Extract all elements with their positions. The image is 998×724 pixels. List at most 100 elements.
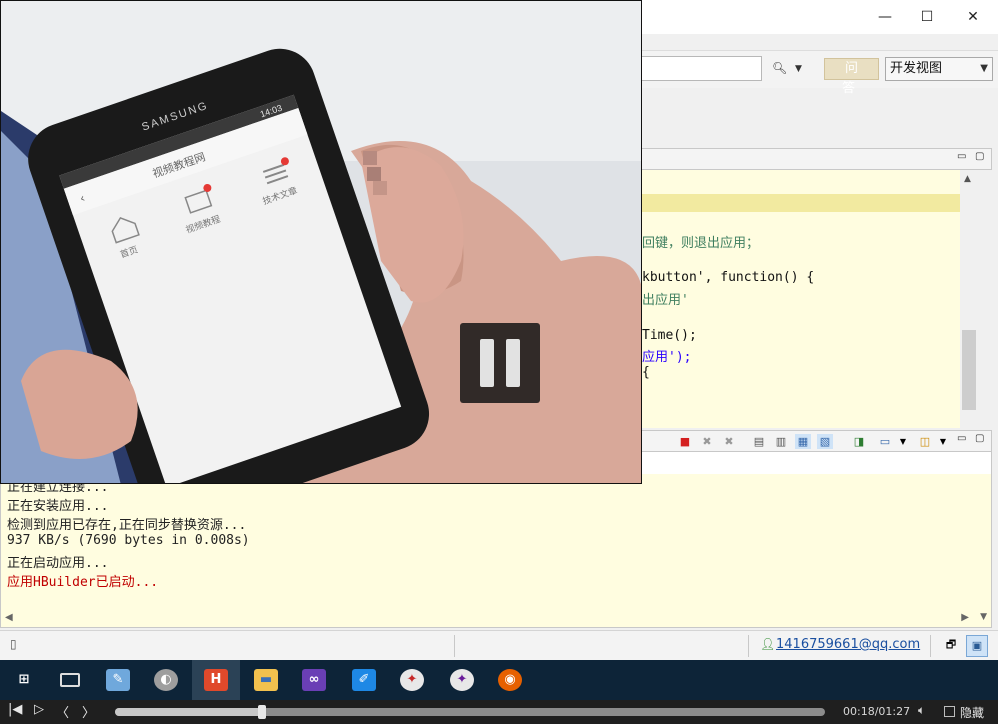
firefox-icon: ◉ [498,669,522,691]
console-header [640,452,992,474]
console-toolbar: ■ ✖ ✖ ▤ ▥ ▦ ▧ ◨ ▭ ▼ ◫ ▼ ▭ ▢ [640,430,992,452]
console-line: 正在启动应用... [7,556,109,571]
chevron-down-icon: ▼ [980,63,988,74]
task-view-button[interactable] [46,660,94,700]
chevron-down-icon[interactable]: ▼ [935,434,951,449]
search-icon[interactable]: 🔍︎ [772,61,787,75]
chevron-down-icon[interactable]: ▼ [895,434,911,449]
blur-block [367,167,381,181]
user-email-link[interactable]: 1416759661@qq.com [776,637,920,652]
folder-icon: ▬ [254,669,278,691]
taskbar-notes[interactable]: ✐ [340,660,388,700]
console-line: 检测到应用已存在,正在同步替换资源... [7,518,247,533]
taskbar-hbuilder[interactable]: H [192,660,240,700]
scroll-up-icon[interactable]: ▲ [964,174,971,184]
volume-icon[interactable]: 🔈︎ [918,703,925,718]
monitor-icon[interactable]: ▣ [966,635,988,657]
user-icon: 👤︎ [760,637,776,651]
paint-icon: ✎ [106,669,130,691]
open-console-icon[interactable]: ◨ [851,434,867,449]
taskbar-paint[interactable]: ✎ [94,660,142,700]
video-progress-bar[interactable] [115,705,825,719]
pin-console-icon[interactable]: ▦ [795,434,811,449]
close-button[interactable]: ✕ [958,6,988,28]
console-line-error: 应用HBuilder已启动... [7,575,159,590]
hide-checkbox[interactable] [944,706,955,717]
scroll-thumb[interactable] [962,330,976,410]
console-output[interactable]: 正在建立连接... 正在安装应用... 检测到应用已存在,正在同步替换资源...… [0,474,992,612]
display-console-icon[interactable]: ▭ [877,434,893,449]
code-line: { [642,365,650,380]
pause-button[interactable] [460,323,540,403]
clear-console-icon[interactable]: ▤ [751,434,767,449]
hide-label: 隐藏 [960,706,985,720]
skip-back-icon[interactable]: |◀ [8,702,22,717]
next-icon[interactable]: 〉 [82,702,95,721]
maximize-button[interactable]: ☐ [912,6,942,28]
code-line: Time(); [642,328,697,343]
windows-taskbar: ⊞ ✎ ◐ H ▬ ∞ ✐ ✦ ✦ ◉ [0,660,998,700]
code-editor[interactable]: 回键，则退出应用； kbutton', function() { 出应用' Ti… [640,170,960,428]
scroll-down-icon[interactable]: ▼ [980,612,987,622]
status-divider [748,635,749,657]
pause-icon [480,339,494,387]
media-icon: ◐ [154,669,178,691]
maximize-pane-icon[interactable]: ▢ [975,433,984,444]
taskbar-file-explorer[interactable]: ▬ [242,660,290,700]
hbuilder-icon: H [204,669,228,691]
app-window: — ☐ ✕ 🔍︎ ▼ 问 答 开发视图 ▼ ▭ ▢ 回键，则退出应用； kbut… [0,0,998,724]
blur-block [363,151,377,165]
scroll-lock-icon[interactable]: ▥ [773,434,789,449]
status-divider [930,635,931,657]
new-console-icon[interactable]: ◫ [917,434,933,449]
minimize-button[interactable]: — [870,6,900,28]
app-a-icon: ✦ [400,669,424,691]
code-line: kbutton', function() { [642,270,815,285]
scroll-right-icon[interactable]: ▶ [961,612,969,623]
restore-icon[interactable]: 🗗︎ [940,635,962,657]
status-bar: ▯ 👤︎ 1416759661@qq.com 🗗︎ ▣ [0,630,998,660]
progress-fill [115,708,262,716]
taskbar-app-b[interactable]: ✦ [438,660,486,700]
scroll-left-icon[interactable]: ◀ [5,612,13,623]
code-line: 应用'); [642,350,692,365]
console-line: 正在安装应用... [7,499,109,514]
pause-icon [506,339,520,387]
editor-tab-bar: ▭ ▢ [640,148,992,170]
chevron-down-icon[interactable]: ▼ [795,64,802,74]
notes-icon: ✐ [352,669,376,691]
app-b-icon: ✦ [450,669,474,691]
playback-time: 00:18/01:27 [843,705,911,718]
windows-start-button[interactable]: ⊞ [0,660,48,700]
console-line: 937 KB/s (7690 bytes in 0.008s) [7,533,250,548]
remove-icon[interactable]: ✖ [699,434,715,449]
progress-knob[interactable] [257,705,266,719]
new-item-icon[interactable]: ▯ [10,637,17,651]
visual-studio-icon: ∞ [302,669,326,691]
task-view-icon [60,673,80,687]
taskbar-media[interactable]: ◐ [142,660,190,700]
maximize-pane-icon[interactable]: ▢ [975,151,984,162]
play-icon[interactable]: ▷ [34,702,44,717]
taskbar-firefox[interactable]: ◉ [486,660,534,700]
taskbar-visual-studio[interactable]: ∞ [290,660,338,700]
status-divider [454,635,455,657]
search-input[interactable] [640,56,762,81]
console-hscrollbar[interactable]: ◀ ▶ ▼ [0,612,992,628]
previous-icon[interactable]: 〈 [56,702,69,721]
taskbar-app-a[interactable]: ✦ [388,660,436,700]
video-frame: SAMSUNG 14:03 视频教程网 ‹ 首页 视频教程 技术文章 [1,1,641,483]
editor-scrollbar[interactable]: ▲ [960,170,978,428]
windows-logo-icon: ⊞ [18,672,30,687]
word-wrap-icon[interactable]: ▧ [817,434,833,449]
qa-button[interactable]: 问 答 [824,58,879,96]
stop-icon[interactable]: ■ [677,434,693,449]
minimize-pane-icon[interactable]: ▭ [957,151,966,162]
minimize-pane-icon[interactable]: ▭ [957,433,966,444]
view-select[interactable]: 开发视图 ▼ [885,57,993,81]
blur-block [373,181,387,195]
remove-all-icon[interactable]: ✖ [721,434,737,449]
current-line-highlight [640,194,960,212]
video-overlay[interactable]: SAMSUNG 14:03 视频教程网 ‹ 首页 视频教程 技术文章 [0,0,642,484]
code-line: 出应用' [642,293,689,308]
